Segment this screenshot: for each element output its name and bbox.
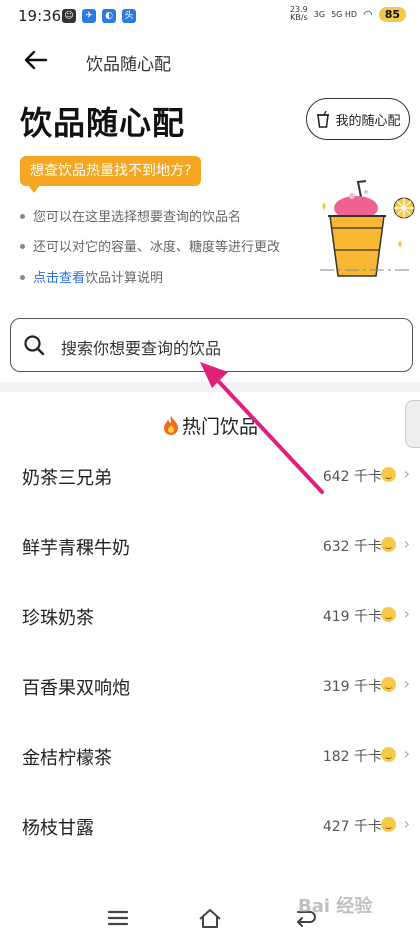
battery-badge: 85	[378, 6, 406, 22]
my-mix-button[interactable]: 我的随心配	[306, 98, 410, 140]
drink-calories: 632 千卡	[323, 536, 382, 556]
drink-name: 珍珠奶茶	[22, 608, 94, 629]
cup-icon	[317, 110, 330, 128]
status-right: 23.9 KB/s 3G 5G HD ◠ 85	[290, 6, 406, 22]
search-box[interactable]: 搜索你想要查询的饮品	[10, 318, 413, 372]
drink-name: 百香果双响炮	[22, 678, 130, 699]
wifi-icon: ◠	[363, 7, 373, 21]
tip-item: 还可以对它的容量、冰度、糖度等进行更改	[20, 236, 280, 255]
browser-notification-icon: ◐	[102, 9, 116, 23]
kcal-value: 632	[322, 539, 350, 555]
drink-name: 杨枝甘露	[22, 818, 94, 839]
signal-3g: 3G	[313, 9, 326, 19]
net-speed-unit: KB/s	[290, 13, 308, 22]
kcal-value: 419	[322, 609, 350, 625]
status-time: 19:36	[18, 7, 62, 25]
tip-text: 饮品计算说明	[85, 271, 164, 286]
net-speed: 23.9 KB/s	[290, 6, 308, 22]
drink-calories: 642 千卡	[323, 466, 382, 486]
drink-calories: 427 千卡	[323, 816, 382, 836]
kcal-value: 427	[322, 819, 350, 835]
kcal-value: 319	[322, 679, 350, 695]
chevron-right-icon: ›	[403, 744, 410, 763]
kcal-value: 642	[322, 469, 350, 485]
page-title: 饮品随心配	[20, 104, 186, 142]
kcal-unit: 千卡	[354, 749, 382, 765]
kcal-value: 182	[322, 749, 350, 765]
status-bar: 19:36 ☺ ✈ ◐ 头 23.9 KB/s 3G 5G HD ◠ 85	[0, 0, 420, 34]
fire-icon	[163, 416, 178, 435]
back-arrow-icon[interactable]	[22, 46, 50, 74]
chevron-right-icon: ›	[403, 534, 410, 553]
chevron-right-icon: ›	[403, 604, 410, 623]
drink-calories: 419 千卡	[323, 606, 382, 626]
chevron-right-icon: ›	[403, 674, 410, 693]
calorie-face-icon	[381, 677, 396, 692]
drink-name: 金桔柠檬茶	[22, 748, 112, 769]
kcal-unit: 千卡	[354, 469, 382, 485]
bullet-dot	[20, 275, 25, 280]
search-icon	[24, 335, 45, 356]
flight-notification-icon: ✈	[82, 9, 96, 23]
drink-calories: 182 千卡	[323, 746, 382, 766]
drink-name: 奶茶三兄弟	[22, 468, 112, 489]
chevron-right-icon: ›	[403, 464, 410, 483]
search-placeholder: 搜索你想要查询的饮品	[61, 339, 222, 358]
news-notification-icon: 头	[122, 9, 136, 23]
list-item[interactable]: 杨枝甘露 427 千卡 ›	[0, 790, 420, 860]
kcal-unit: 千卡	[354, 679, 382, 695]
section-title-text: 热门饮品	[181, 416, 258, 438]
home-icon[interactable]	[196, 906, 224, 930]
tip-text: 您可以在这里选择想要查询的饮品名	[33, 210, 242, 225]
signal-5g: 5G HD	[331, 9, 358, 19]
notification-icons: ☺ ✈ ◐ 头	[62, 9, 136, 23]
chevron-right-icon: ›	[403, 814, 410, 833]
tip-item: 您可以在这里选择想要查询的饮品名	[20, 206, 241, 225]
list-item[interactable]: 珍珠奶茶 419 千卡 ›	[0, 580, 420, 650]
bubble-tail	[28, 185, 40, 193]
hot-drinks-heading: 热门饮品	[0, 412, 420, 439]
tip-item: 点击查看饮品计算说明	[20, 267, 163, 286]
list-item[interactable]: 奶茶三兄弟 642 千卡 ›	[0, 440, 420, 510]
kcal-unit: 千卡	[354, 539, 382, 555]
bullet-dot	[20, 244, 25, 249]
list-item[interactable]: 金桔柠檬茶 182 千卡 ›	[0, 720, 420, 790]
tip-text: 还可以对它的容量、冰度、糖度等进行更改	[33, 240, 281, 255]
top-bar: 饮品随心配	[0, 40, 420, 80]
topbar-title: 饮品随心配	[86, 55, 171, 75]
tip-bubble: 想查饮品热量找不到地方?	[20, 156, 202, 186]
view-explanation-link[interactable]: 点击查看	[33, 271, 85, 286]
calorie-face-icon	[381, 817, 396, 832]
calorie-face-icon	[381, 467, 396, 482]
kcal-unit: 千卡	[354, 819, 382, 835]
watermark: Bai 经验	[298, 896, 373, 917]
drink-name: 鲜芋青稞牛奶	[22, 538, 130, 559]
list-item[interactable]: 鲜芋青稞牛奶 632 千卡 ›	[0, 510, 420, 580]
bullet-dot	[20, 214, 25, 219]
menu-icon[interactable]	[104, 906, 132, 930]
calorie-face-icon	[381, 747, 396, 762]
drink-calories: 319 千卡	[323, 676, 382, 696]
calorie-face-icon	[381, 607, 396, 622]
my-mix-label: 我的随心配	[335, 113, 401, 129]
app-notification-icon: ☺	[62, 9, 76, 23]
section-divider	[0, 382, 420, 392]
calorie-face-icon	[381, 537, 396, 552]
drink-illustration	[320, 180, 415, 277]
kcal-unit: 千卡	[354, 609, 382, 625]
list-item[interactable]: 百香果双响炮 319 千卡 ›	[0, 650, 420, 720]
